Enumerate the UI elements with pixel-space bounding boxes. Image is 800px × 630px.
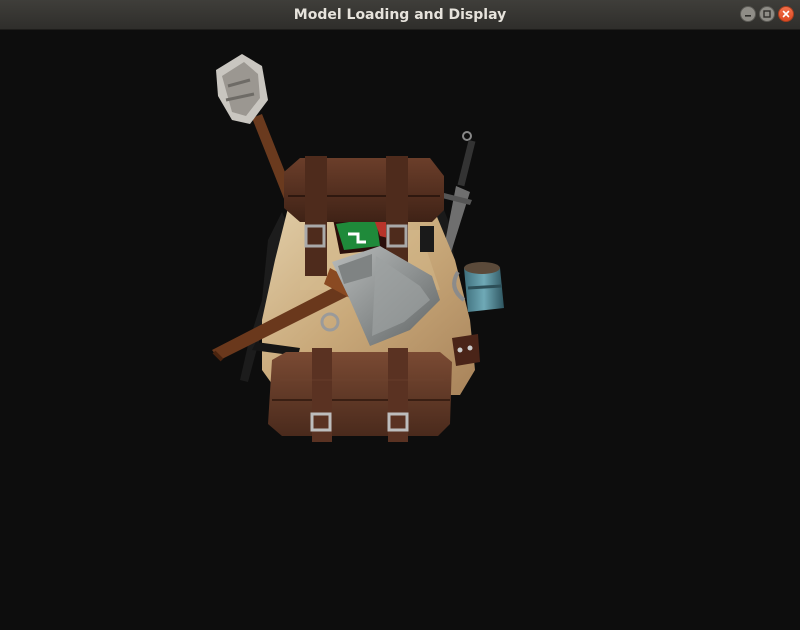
minimize-button[interactable] [740, 6, 756, 22]
window-title: Model Loading and Display [293, 7, 507, 23]
close-button[interactable] [778, 6, 794, 22]
render-viewport[interactable] [0, 30, 800, 630]
minimize-icon [745, 15, 751, 17]
maximize-icon [763, 10, 771, 18]
app-window: Model Loading and Display [0, 0, 800, 630]
bedroll-bottom [268, 348, 452, 442]
maximize-button[interactable] [759, 6, 775, 22]
adventurer-backpack-model [212, 54, 504, 442]
side-tag [452, 334, 480, 366]
window-controls [740, 6, 794, 22]
close-icon [782, 10, 790, 18]
title-bar[interactable]: Model Loading and Display [0, 0, 800, 30]
